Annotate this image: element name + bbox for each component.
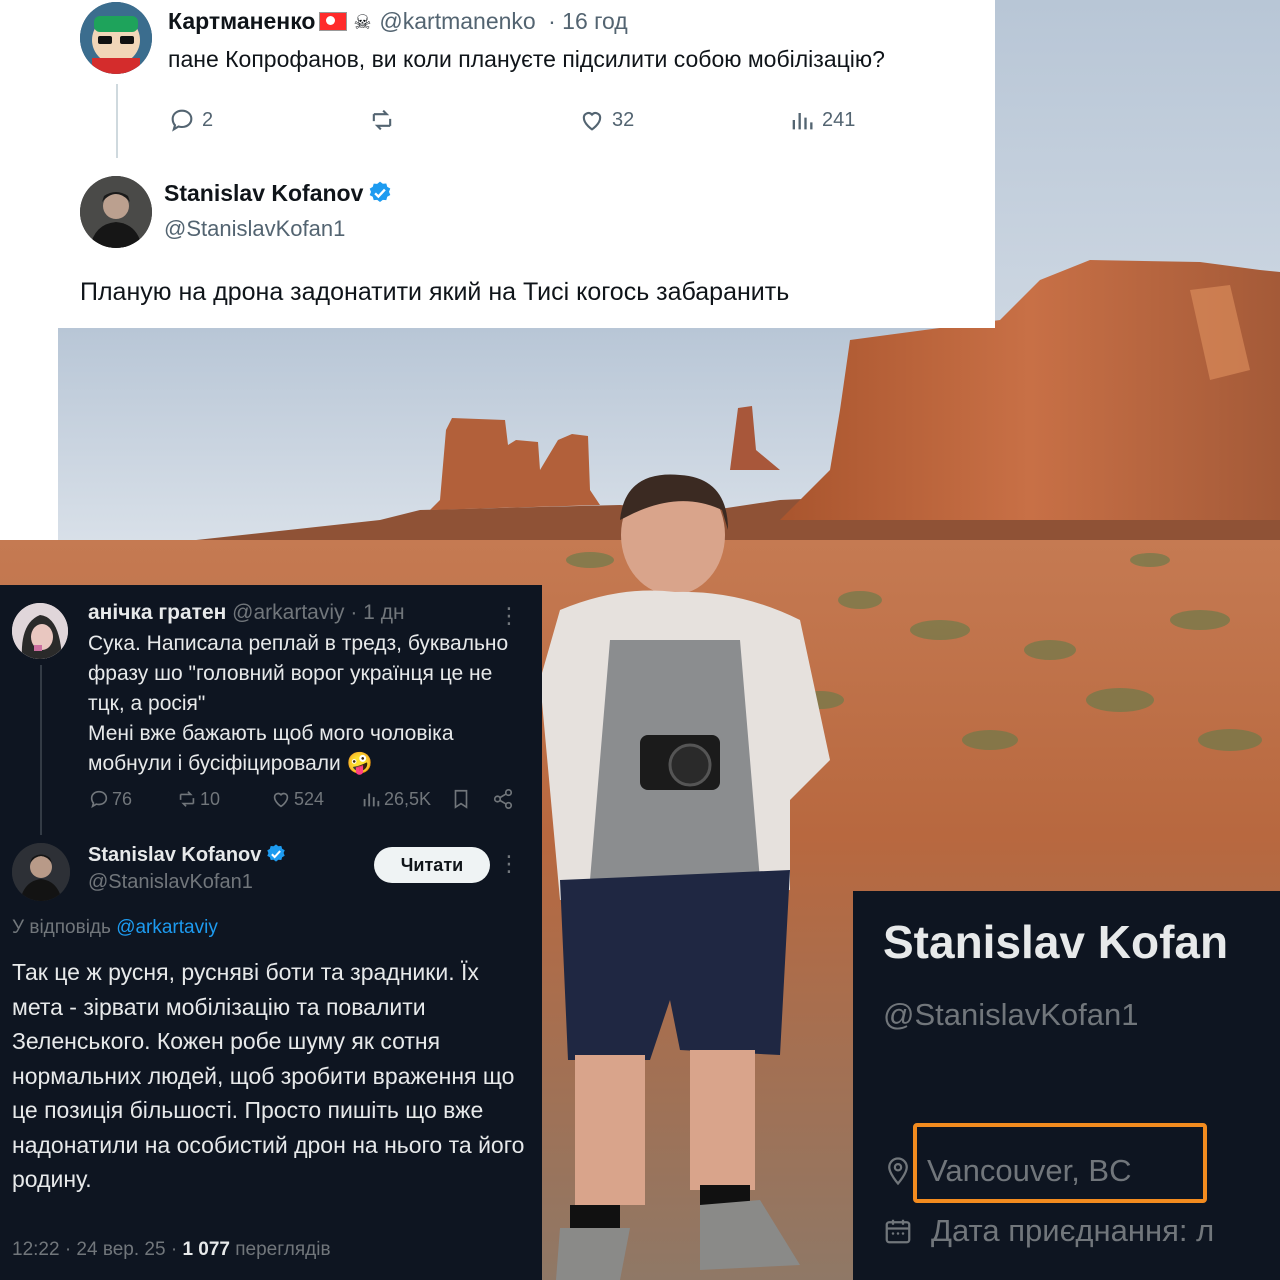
- join-date-text: Дата приєднання: л: [931, 1213, 1215, 1248]
- bookmark-button[interactable]: [450, 785, 474, 813]
- views-button[interactable]: 26,5K: [360, 785, 431, 813]
- avatar[interactable]: [80, 176, 152, 248]
- tweet-time[interactable]: · 16 год: [548, 8, 628, 34]
- author-row: анічка гратен @arkartaviy · 1 дн: [88, 601, 405, 625]
- tweet-text: Сука. Написала реплай в тредз, буквально…: [88, 632, 509, 775]
- bookmark-icon: [454, 789, 468, 809]
- author-handle[interactable]: @StanislavKofan1: [164, 216, 345, 242]
- calendar-icon: [885, 1219, 911, 1244]
- author-name[interactable]: Картманенко: [168, 8, 315, 34]
- reply-icon: [90, 790, 108, 809]
- reply-button[interactable]: 76: [88, 785, 132, 813]
- replying-to: У відповідь @arkartaviy: [12, 917, 218, 939]
- views-chart-icon: [363, 793, 380, 807]
- profile-location: Vancouver, BC: [883, 1153, 1131, 1189]
- skull-crossbones-icon: ☠: [353, 12, 372, 34]
- tweet-text: Планую на дрона задонатити який на Тисі …: [80, 278, 790, 306]
- reply-text: Так це ж русня, русняві боти та зрадники…: [12, 959, 525, 1192]
- verified-badge-icon: [370, 181, 391, 202]
- heart-icon: [273, 792, 289, 808]
- tweet-actions: 2 32 241: [168, 104, 928, 136]
- location-text: Vancouver, BC: [927, 1153, 1132, 1188]
- retweet-icon: [372, 109, 392, 131]
- views-chart-icon: [792, 113, 813, 130]
- views-count: 1 077: [182, 1239, 230, 1260]
- avatar[interactable]: [80, 2, 152, 74]
- more-options-icon[interactable]: ⋮: [498, 851, 520, 877]
- author-handle[interactable]: @StanislavKofan1: [88, 871, 253, 894]
- replying-to-mention[interactable]: @arkartaviy: [116, 917, 218, 938]
- profile-name: Stanislav Kofan: [883, 916, 1229, 968]
- views-button[interactable]: 241: [788, 104, 855, 136]
- author-name[interactable]: анічка гратен: [88, 601, 226, 624]
- like-count: 524: [294, 788, 325, 809]
- reply-count: 2: [202, 108, 214, 131]
- profile-handle: @StanislavKofan1: [883, 997, 1139, 1032]
- views-count: 26,5K: [384, 788, 432, 809]
- author-handle-time[interactable]: @arkartaviy · 1 дн: [232, 601, 404, 624]
- tweet-actions: 76 10 524 26,5K: [88, 785, 528, 813]
- thread-line: [40, 665, 42, 835]
- author-row: Картманенко ☠ @kartmanenko · 16 год: [168, 8, 628, 35]
- thread-line: [116, 84, 118, 164]
- reply-count: 76: [112, 788, 133, 809]
- replying-to-label: У відповідь: [12, 917, 111, 938]
- avatar[interactable]: [12, 603, 68, 659]
- follow-button[interactable]: Читати: [374, 847, 490, 883]
- retweet-icon: [179, 791, 195, 807]
- like-button[interactable]: 32: [578, 104, 634, 136]
- heart-icon: [582, 112, 602, 131]
- like-count: 32: [612, 108, 635, 131]
- profile-card: Stanislav Kofan @StanislavKofan1 Vancouv…: [853, 891, 1280, 1280]
- light-tweet-card: Картманенко ☠ @kartmanenko · 16 год пане К…: [58, 0, 995, 328]
- share-button[interactable]: [492, 785, 516, 813]
- profile-join-date: Дата приєднання: л: [883, 1213, 1214, 1249]
- reply-tweet[interactable]: Картманенко ☠ @kartmanenko · 16 год пане К…: [58, 0, 995, 158]
- retweet-button[interactable]: [368, 104, 402, 136]
- more-options-icon[interactable]: ⋮: [498, 603, 520, 629]
- tweet-meta: 12:22 · 24 вер. 25 · 1 077 переглядів: [12, 1239, 331, 1261]
- author-name-row: Stanislav Kofanov: [88, 843, 287, 867]
- north-korea-flag-icon: [319, 12, 348, 31]
- author-name[interactable]: Stanislav Kofanov: [88, 844, 261, 866]
- views-count: 241: [822, 108, 856, 131]
- views-label: переглядів: [229, 1239, 331, 1260]
- share-icon: [493, 789, 513, 809]
- verified-badge-icon: [267, 844, 286, 862]
- tweet-timestamp[interactable]: 12:22 · 24 вер. 25 ·: [12, 1239, 182, 1260]
- avatar[interactable]: [12, 843, 70, 901]
- reply-icon: [171, 109, 193, 132]
- main-tweet[interactable]: Stanislav Kofanov @StanislavKofan1 Плану…: [58, 158, 995, 328]
- author-name[interactable]: Stanislav Kofanov: [164, 180, 363, 206]
- retweet-count: 10: [200, 788, 221, 809]
- tweet-text: пане Копрофанов, ви коли плануєте підсил…: [168, 46, 885, 72]
- reply-button[interactable]: 2: [168, 104, 213, 136]
- location-pin-icon: [888, 1157, 908, 1186]
- retweet-button[interactable]: 10: [176, 785, 220, 813]
- author-name-row: Stanislav Kofanov: [164, 180, 393, 207]
- dark-thread-card: анічка гратен @arkartaviy · 1 дн ⋮ Сука.…: [0, 585, 542, 1280]
- like-button[interactable]: 524: [270, 785, 324, 813]
- author-handle[interactable]: @kartmanenko: [379, 8, 535, 34]
